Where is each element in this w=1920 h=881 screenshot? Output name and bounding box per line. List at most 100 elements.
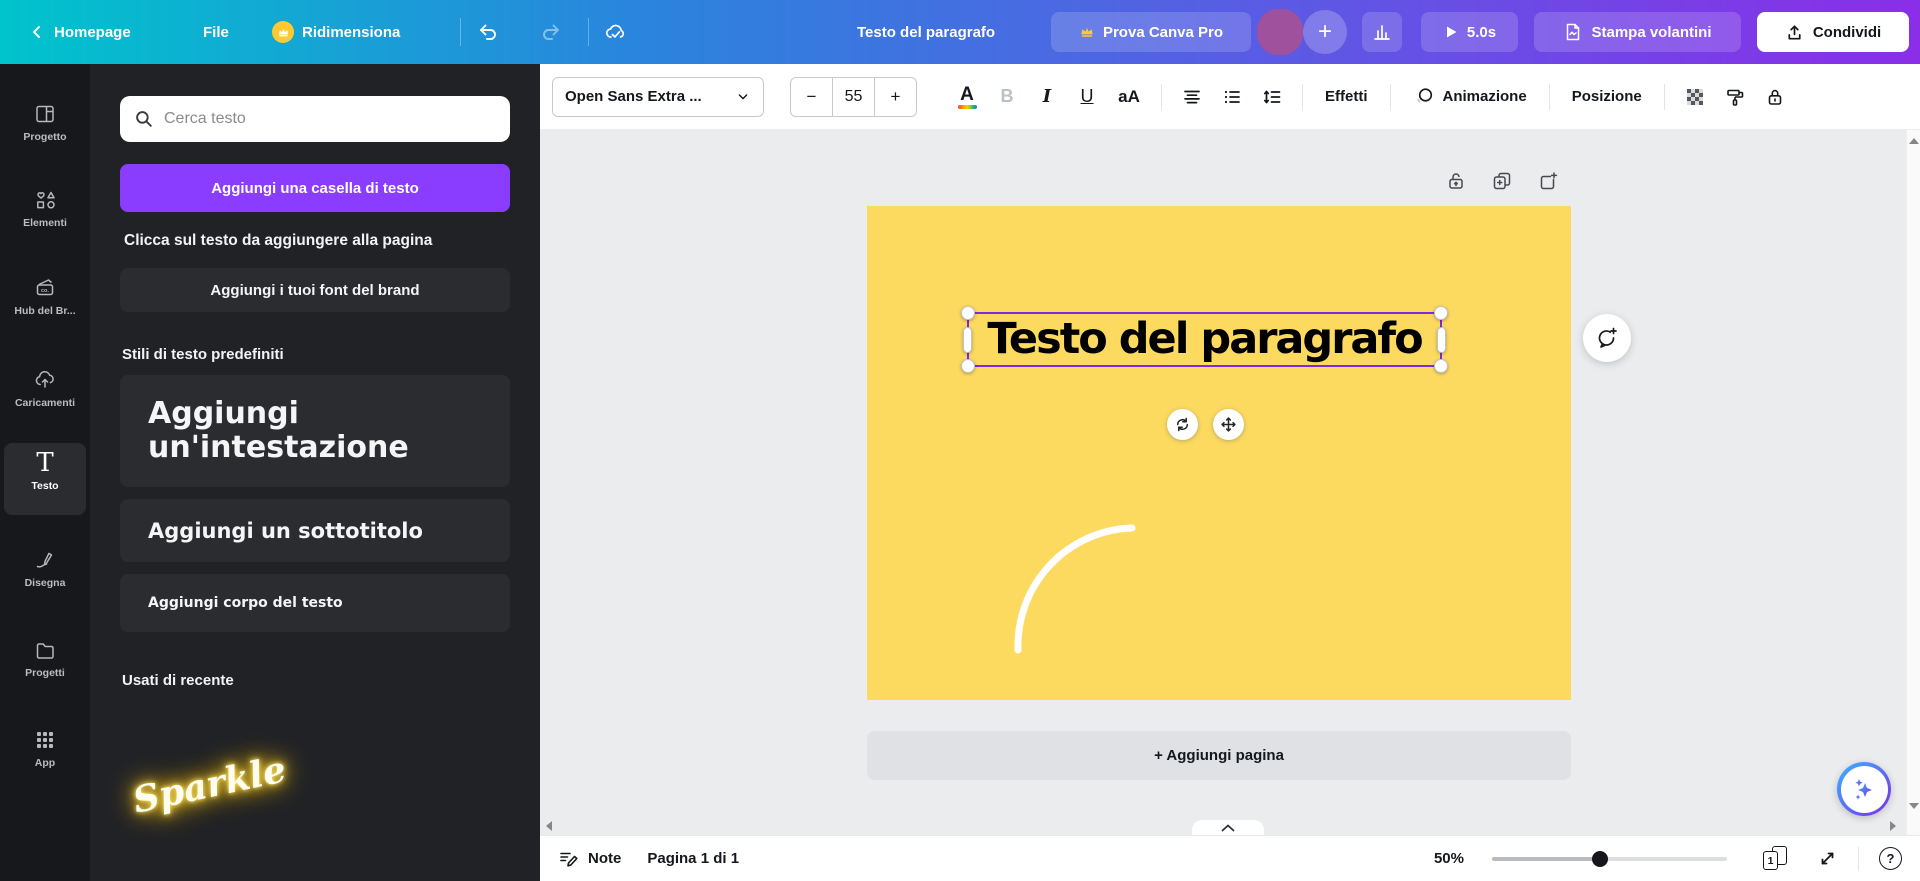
plus-icon: +	[1318, 18, 1332, 46]
add-page-button[interactable]: + Aggiungi pagina	[867, 731, 1571, 780]
apps-grid-icon	[33, 728, 57, 752]
upload-icon	[1785, 23, 1804, 42]
resize-handle-bottom-left[interactable]	[961, 359, 975, 373]
line-spacing-button[interactable]	[1252, 77, 1292, 117]
text-color-button[interactable]: A	[947, 77, 987, 117]
font-size-decrease-button[interactable]: −	[791, 78, 832, 116]
recent-text-style-sparkle[interactable]: Sparkle	[129, 748, 289, 821]
brand-fonts-button[interactable]: Aggiungi i tuoi font del brand	[120, 268, 510, 312]
sidebar-item-app[interactable]: App	[4, 720, 86, 769]
user-avatar[interactable]	[1257, 9, 1303, 55]
font-family-select[interactable]: Open Sans Extra ...	[552, 77, 764, 117]
scroll-right-arrow[interactable]	[1890, 821, 1896, 831]
bold-button[interactable]: B	[987, 77, 1027, 117]
share-button[interactable]: Condividi	[1757, 12, 1909, 52]
sidebar-item-disegna[interactable]: Disegna	[4, 540, 86, 589]
transparency-button[interactable]	[1675, 77, 1715, 117]
copy-style-button[interactable]	[1715, 77, 1755, 117]
add-comment-button[interactable]	[1583, 314, 1631, 362]
search-box[interactable]	[120, 96, 510, 142]
flyer-icon	[1563, 22, 1583, 42]
fullscreen-button[interactable]	[1817, 848, 1838, 869]
duplicate-page-button[interactable]	[1491, 170, 1513, 192]
toolbar-divider	[1161, 84, 1162, 110]
add-page-icon-button[interactable]	[1537, 170, 1559, 192]
sidebar-item-testo[interactable]: T Testo	[4, 443, 86, 515]
redo-button[interactable]	[533, 14, 569, 50]
add-member-button[interactable]: +	[1303, 10, 1347, 54]
move-handle[interactable]	[1213, 409, 1244, 440]
font-size-stepper: − 55 +	[790, 77, 917, 117]
sidebar-item-hub-brand[interactable]: co. Hub del Br...	[4, 268, 86, 317]
resize-handle-bottom-right[interactable]	[1434, 359, 1448, 373]
back-chevron-icon	[28, 23, 46, 41]
ai-sparkle-icon	[1850, 775, 1878, 803]
shapes-icon	[33, 188, 57, 212]
position-button[interactable]: Posizione	[1560, 77, 1654, 117]
magic-ai-button[interactable]	[1837, 762, 1891, 816]
page-count-badge: 1	[1763, 851, 1778, 870]
homepage-button[interactable]: Homepage	[28, 0, 131, 64]
underline-button[interactable]: U	[1067, 77, 1107, 117]
topbar-divider	[460, 18, 461, 46]
bullet-list-button[interactable]	[1212, 77, 1252, 117]
present-button[interactable]: 5.0s	[1421, 12, 1518, 52]
expand-icon	[1817, 848, 1838, 869]
font-size-increase-button[interactable]: +	[875, 78, 916, 116]
search-input[interactable]	[164, 110, 496, 128]
cloud-saved-icon[interactable]	[598, 14, 634, 50]
style-body-card[interactable]: Aggiungi corpo del testo	[120, 574, 510, 632]
resize-handle-top-left[interactable]	[961, 306, 975, 320]
effects-button[interactable]: Effetti	[1313, 77, 1380, 117]
toolbar-divider	[1664, 84, 1665, 110]
resize-handle-top-right[interactable]	[1434, 306, 1448, 320]
animation-icon	[1413, 86, 1435, 108]
resize-button[interactable]: Ridimensiona	[272, 0, 400, 64]
transparency-checker-icon	[1685, 87, 1705, 107]
scroll-up-arrow[interactable]	[1909, 138, 1919, 144]
text-align-button[interactable]	[1172, 77, 1212, 117]
resize-handle-left[interactable]	[963, 327, 972, 353]
resize-handle-right[interactable]	[1437, 327, 1446, 353]
rotate-handle[interactable]	[1167, 409, 1198, 440]
try-pro-button[interactable]: Prova Canva Pro	[1051, 12, 1251, 52]
styles-section-title: Stili di testo predefiniti	[122, 346, 284, 363]
sidebar-item-progetto[interactable]: Progetto	[4, 94, 86, 143]
status-bar: Note Pagina 1 di 1 50% 1 ?	[540, 835, 1920, 881]
style-subtitle-card[interactable]: Aggiungi un sottotitolo	[120, 499, 510, 562]
redo-icon	[540, 21, 562, 43]
scroll-left-arrow[interactable]	[546, 821, 552, 831]
scroll-down-arrow[interactable]	[1909, 803, 1919, 809]
canvas-paragraph-text[interactable]: Testo del paragrafo	[987, 318, 1421, 361]
sidebar-item-progetti[interactable]: Progetti	[4, 630, 86, 679]
help-button[interactable]: ?	[1879, 847, 1902, 870]
animation-button[interactable]: Animazione	[1401, 77, 1539, 117]
document-title: Testo del paragrafo	[857, 0, 995, 64]
notes-button[interactable]: Note	[558, 848, 621, 869]
add-textbox-button[interactable]: Aggiungi una casella di testo	[120, 164, 510, 212]
toolbar-divider	[1549, 84, 1550, 110]
style-heading-card[interactable]: Aggiungi un'intestazione	[120, 375, 510, 487]
zoom-slider-thumb[interactable]	[1592, 851, 1608, 867]
vertical-scrollbar[interactable]	[1906, 130, 1920, 835]
grid-view-button[interactable]: 1	[1763, 846, 1789, 871]
italic-button[interactable]: I	[1027, 77, 1067, 117]
print-flyers-button[interactable]: Stampa volantini	[1534, 12, 1741, 52]
page-indicator: Pagina 1 di 1	[647, 850, 739, 867]
text-case-button[interactable]: aA	[1107, 77, 1151, 117]
sidebar-item-elementi[interactable]: Elementi	[4, 180, 86, 229]
white-arc-element[interactable]	[867, 206, 1571, 700]
zoom-slider[interactable]	[1492, 851, 1727, 867]
unlock-page-button[interactable]	[1445, 170, 1467, 192]
expand-pages-tab[interactable]	[1192, 820, 1264, 835]
font-size-value[interactable]: 55	[832, 78, 875, 116]
selected-text-box[interactable]: Testo del paragrafo	[967, 312, 1442, 367]
lock-button[interactable]	[1755, 77, 1795, 117]
list-icon	[1222, 87, 1242, 107]
file-menu-button[interactable]: File	[203, 0, 229, 64]
design-page[interactable]: Testo del paragrafo	[867, 206, 1571, 700]
move-icon	[1220, 416, 1237, 433]
insights-button[interactable]	[1362, 12, 1402, 52]
undo-button[interactable]	[470, 14, 506, 50]
sidebar-item-caricamenti[interactable]: Caricamenti	[4, 360, 86, 409]
